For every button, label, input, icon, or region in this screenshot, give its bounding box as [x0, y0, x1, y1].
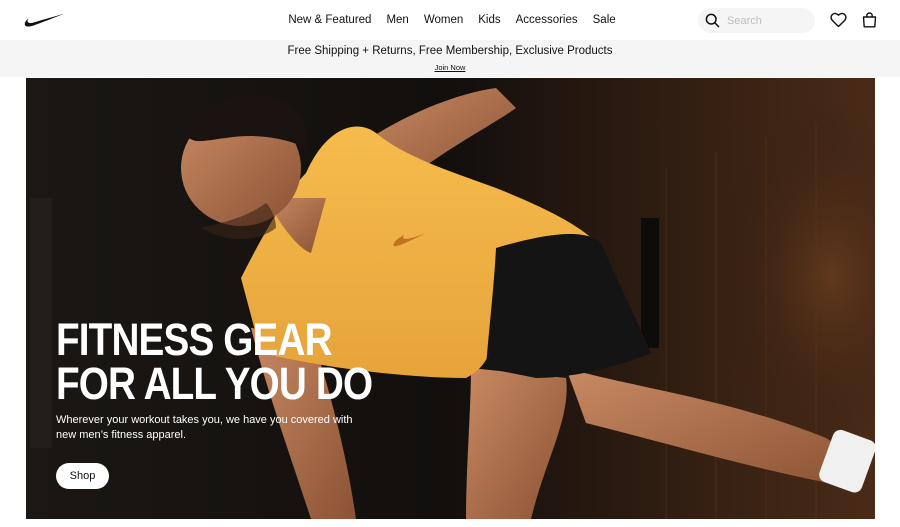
nav-men[interactable]: Men [386, 0, 408, 40]
headline-line-1: FITNESS GEAR [56, 314, 333, 365]
shop-button[interactable]: Shop [56, 463, 109, 489]
nav-new-featured[interactable]: New & Featured [288, 0, 371, 40]
bag-icon[interactable] [862, 12, 877, 28]
join-now-link[interactable]: Join Now [0, 63, 900, 72]
search-box[interactable] [698, 8, 815, 33]
site-header: New & Featured Men Women Kids Accessorie… [0, 0, 900, 40]
headline-line-2: FOR ALL YOU DO [56, 358, 373, 409]
nav-accessories[interactable]: Accessories [516, 0, 578, 40]
promo-banner: Free Shipping + Returns, Free Membership… [0, 40, 900, 77]
nav-kids[interactable]: Kids [478, 0, 500, 40]
hero-headline: FITNESS GEAR FOR ALL YOU DO [56, 314, 373, 409]
nav-sale[interactable]: Sale [593, 0, 616, 40]
search-icon[interactable] [705, 13, 720, 28]
hero-subtext: Wherever your workout takes you, we have… [56, 414, 353, 441]
nav-women[interactable]: Women [424, 0, 463, 40]
heart-icon[interactable] [830, 12, 847, 28]
promo-text: Free Shipping + Returns, Free Membership… [287, 45, 613, 57]
hero-image[interactable] [26, 78, 875, 519]
search-input[interactable] [727, 11, 809, 30]
hero-banner: FITNESS GEAR FOR ALL YOU DO Wherever you… [26, 78, 875, 519]
